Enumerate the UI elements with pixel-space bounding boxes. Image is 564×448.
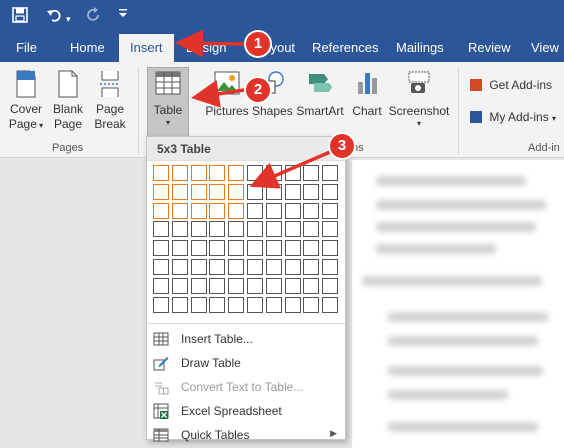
step2-arrow xyxy=(191,80,245,108)
annotation-arrows xyxy=(175,29,331,189)
step1-arrow xyxy=(175,29,245,58)
step3-arrow xyxy=(249,150,331,189)
step2-badge: 2 xyxy=(246,78,270,102)
step1-badge: 1 xyxy=(246,32,270,56)
step3-badge: 3 xyxy=(330,134,354,158)
